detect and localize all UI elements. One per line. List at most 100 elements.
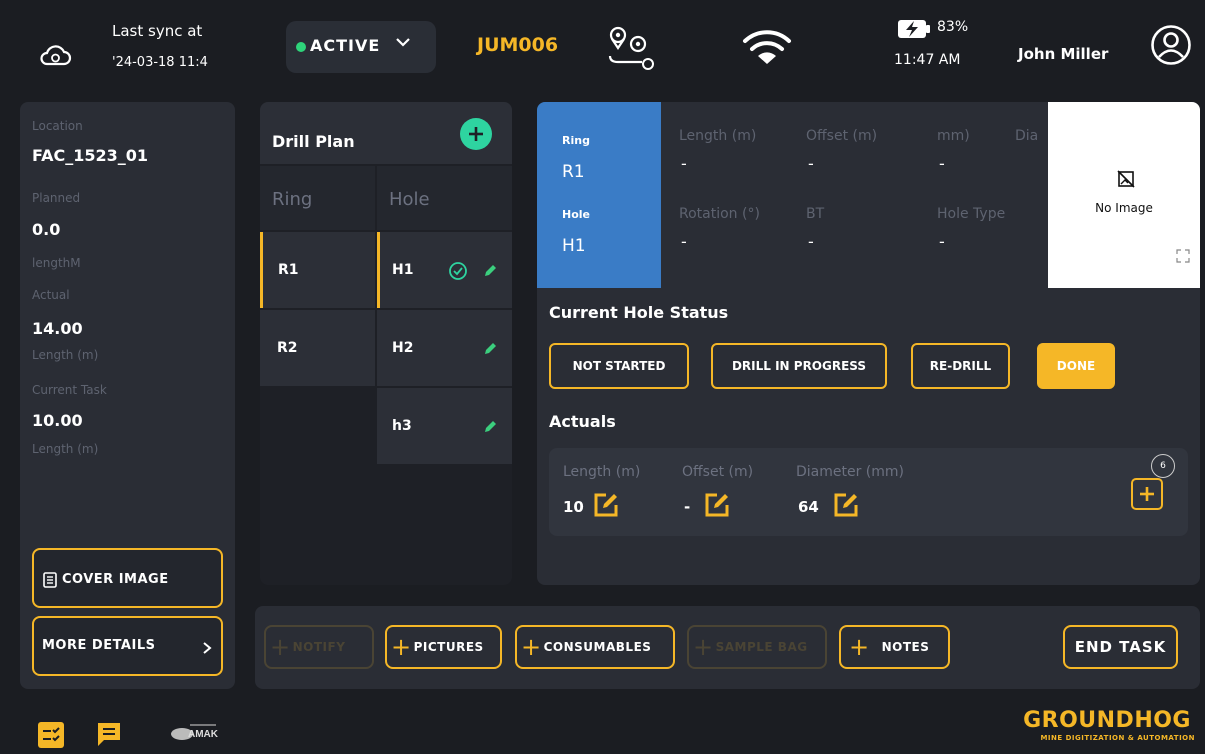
username: John Miller	[1018, 45, 1109, 63]
add-actual-button[interactable]	[1131, 478, 1163, 510]
clock: 11:47 AM	[894, 52, 961, 68]
status-text: ACTIVE	[310, 36, 381, 55]
end-task-button[interactable]: END TASK	[1063, 625, 1178, 669]
ring-column-header: Ring	[260, 166, 375, 230]
pictures-button[interactable]: + PICTURES	[385, 625, 502, 669]
actual-length-value: 10	[563, 498, 584, 516]
consumables-button[interactable]: + CONSUMABLES	[515, 625, 675, 669]
check-circle-icon	[449, 262, 467, 280]
task-summary-panel: Location FAC_1523_01 Planned 0.0 lengthM…	[20, 102, 235, 689]
ring-row-r1[interactable]: R1	[260, 232, 375, 308]
top-bar: Last sync at '24-03-18 11:4 ACTIVE JUM00…	[0, 0, 1205, 90]
hole-value: H1	[562, 236, 586, 256]
sample-bag-button[interactable]: + SAMPLE BAG	[687, 625, 827, 669]
ring-value: R1	[562, 162, 585, 182]
task-checklist-icon[interactable]	[38, 722, 64, 748]
planned-value: 0.0	[32, 220, 61, 239]
planned-unit: lengthM	[32, 256, 81, 270]
drill-plan-title: Drill Plan	[272, 132, 355, 151]
location-value: FAC_1523_01	[32, 146, 149, 165]
cloud-sync-icon[interactable]	[38, 40, 72, 70]
ring-label: R1	[278, 262, 299, 278]
offset-value: -	[808, 154, 814, 173]
sync-title: Last sync at	[112, 22, 203, 40]
more-details-button[interactable]: MORE DETAILS	[32, 616, 223, 676]
hole-row-h2[interactable]: H2	[377, 310, 512, 386]
hole-label: H1	[392, 262, 414, 278]
pencil-icon[interactable]	[482, 341, 498, 357]
drill-in-progress-button[interactable]: DRILL IN PROGRESS	[711, 343, 887, 389]
wifi-icon	[743, 30, 791, 64]
hole-row-h3[interactable]: h3	[377, 388, 512, 464]
document-icon	[43, 572, 57, 588]
dia-label: Dia	[1015, 128, 1039, 144]
edit-offset-icon[interactable]	[704, 492, 730, 518]
rotation-label: Rotation (°)	[679, 206, 760, 222]
cover-image-button[interactable]: COVER IMAGE	[32, 548, 223, 608]
notify-label: NOTIFY	[292, 640, 346, 654]
bt-label: BT	[806, 206, 825, 222]
plus-icon	[469, 127, 483, 141]
action-bar: + NOTIFY + PICTURES + CONSUMABLES + SAMP…	[255, 606, 1200, 689]
plus-icon: +	[849, 633, 870, 661]
edit-diameter-icon[interactable]	[833, 492, 859, 518]
notify-button[interactable]: + NOTIFY	[264, 625, 374, 669]
plus-icon: +	[693, 633, 714, 661]
plus-icon: +	[270, 633, 291, 661]
add-ring-button[interactable]	[460, 118, 492, 150]
actual-diameter-value: 64	[798, 498, 819, 516]
done-button[interactable]: DONE	[1037, 343, 1115, 389]
more-details-label: MORE DETAILS	[42, 638, 156, 653]
battery-charging-icon	[898, 20, 930, 38]
hole-image-preview[interactable]: No Image	[1048, 102, 1200, 288]
mm-label: mm)	[937, 128, 970, 144]
brand-logo: GROUNDHOG	[1023, 708, 1191, 733]
battery-percent: 83%	[937, 19, 969, 35]
current-task-value: 10.00	[32, 411, 83, 430]
hole-row-h1[interactable]: H1	[377, 232, 512, 308]
user-avatar-icon[interactable]	[1150, 24, 1192, 66]
location-label: Location	[32, 119, 83, 133]
status-dropdown[interactable]: ACTIVE	[286, 21, 436, 73]
sync-time: '24-03-18 11:4	[112, 55, 208, 70]
route-pin-icon[interactable]	[606, 24, 658, 70]
hole-label: Hole	[562, 208, 590, 221]
bottom-bar: AMAK GROUNDHOG MINE DIGITIZATION & AUTOM…	[0, 700, 1205, 754]
chevron-down-icon	[396, 38, 410, 47]
chevron-right-icon	[203, 642, 212, 654]
hole-detail-panel: Ring R1 Hole H1 Length (m) - Offset (m) …	[537, 102, 1200, 585]
actual-label: Actual	[32, 288, 70, 302]
plus-icon	[1140, 487, 1154, 501]
cover-image-label: COVER IMAGE	[62, 572, 169, 587]
hole-column-header: Hole	[377, 166, 512, 230]
ring-row-r2[interactable]: R2	[260, 310, 375, 386]
current-hole-status-title: Current Hole Status	[549, 303, 729, 322]
plus-icon: +	[391, 633, 412, 661]
actual-length-label: Length (m)	[563, 464, 641, 480]
offset-label: Offset (m)	[806, 128, 878, 144]
pencil-icon[interactable]	[482, 263, 498, 279]
bt-value: -	[808, 232, 814, 251]
actual-offset-label: Offset (m)	[682, 464, 754, 480]
actual-diameter-label: Diameter (mm)	[796, 464, 905, 480]
planned-label: Planned	[32, 191, 81, 205]
edit-length-icon[interactable]	[593, 492, 619, 518]
brand-tagline: MINE DIGITIZATION & AUTOMATION	[1040, 734, 1195, 742]
not-started-button[interactable]: NOT STARTED	[549, 343, 689, 389]
svg-text:AMAK: AMAK	[188, 729, 219, 740]
notes-button[interactable]: + NOTES	[839, 625, 950, 669]
chat-icon[interactable]	[95, 720, 123, 748]
actuals-count-badge: 6	[1151, 454, 1175, 478]
actual-unit: Length (m)	[32, 348, 99, 362]
no-image-icon	[1117, 170, 1135, 188]
actual-offset-value: -	[684, 498, 691, 516]
re-drill-button[interactable]: RE-DRILL	[911, 343, 1010, 389]
actuals-title: Actuals	[549, 412, 616, 431]
length-value: -	[681, 154, 687, 173]
status-dot	[296, 42, 306, 52]
hole-label: H2	[392, 340, 414, 356]
selected-hole-card: Ring R1 Hole H1	[537, 102, 661, 288]
expand-icon[interactable]	[1176, 249, 1190, 263]
consumables-label: CONSUMABLES	[543, 640, 652, 654]
pencil-icon[interactable]	[482, 419, 498, 435]
